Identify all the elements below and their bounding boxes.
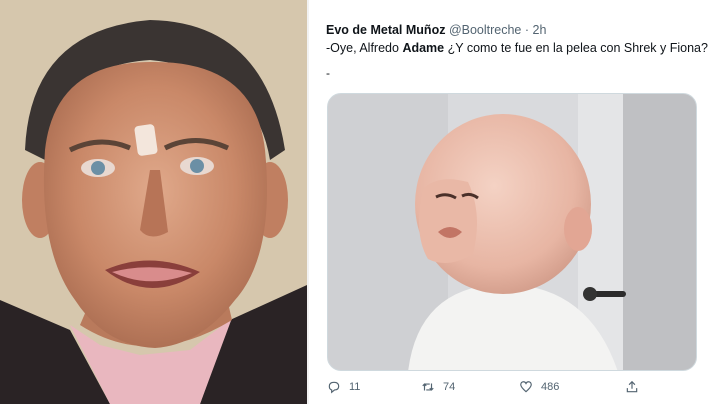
share-button[interactable] xyxy=(625,380,639,394)
author-handle[interactable]: @Booltreche xyxy=(449,23,521,37)
reply-button[interactable]: 11 xyxy=(327,380,360,394)
tweet-text-after: ¿Y como te fue en la pelea con Shrek y F… xyxy=(444,41,708,55)
reply-count: 11 xyxy=(349,381,361,393)
tweet-actions: 11 74 486 xyxy=(309,380,720,400)
retweet-icon xyxy=(422,383,434,391)
left-photo xyxy=(0,0,307,404)
tweet-header: Evo de Metal Muñoz @Booltreche · 2h xyxy=(326,22,546,38)
author-name[interactable]: Evo de Metal Muñoz xyxy=(326,23,445,37)
reply-icon xyxy=(328,381,340,394)
tweet-text: -Oye, Alfredo Adame ¿Y como te fue en la… xyxy=(326,40,716,56)
tweet-text-before: -Oye, Alfredo xyxy=(326,41,403,55)
tweet-media-image[interactable] xyxy=(327,93,697,371)
retweet-button[interactable]: 74 xyxy=(421,380,455,394)
tweet-time[interactable]: 2h xyxy=(533,23,547,37)
share-icon xyxy=(626,380,638,393)
like-count: 486 xyxy=(541,381,560,393)
like-button[interactable]: 486 xyxy=(519,380,559,394)
tweet-card[interactable]: Evo de Metal Muñoz @Booltreche · 2h -Oye… xyxy=(309,0,720,404)
tweet-text-bold: Adame xyxy=(402,41,445,55)
separator-dot: · xyxy=(524,23,530,37)
tweet-text-extra: - xyxy=(326,66,330,80)
like-icon xyxy=(520,381,532,393)
retweet-count: 74 xyxy=(443,381,456,393)
